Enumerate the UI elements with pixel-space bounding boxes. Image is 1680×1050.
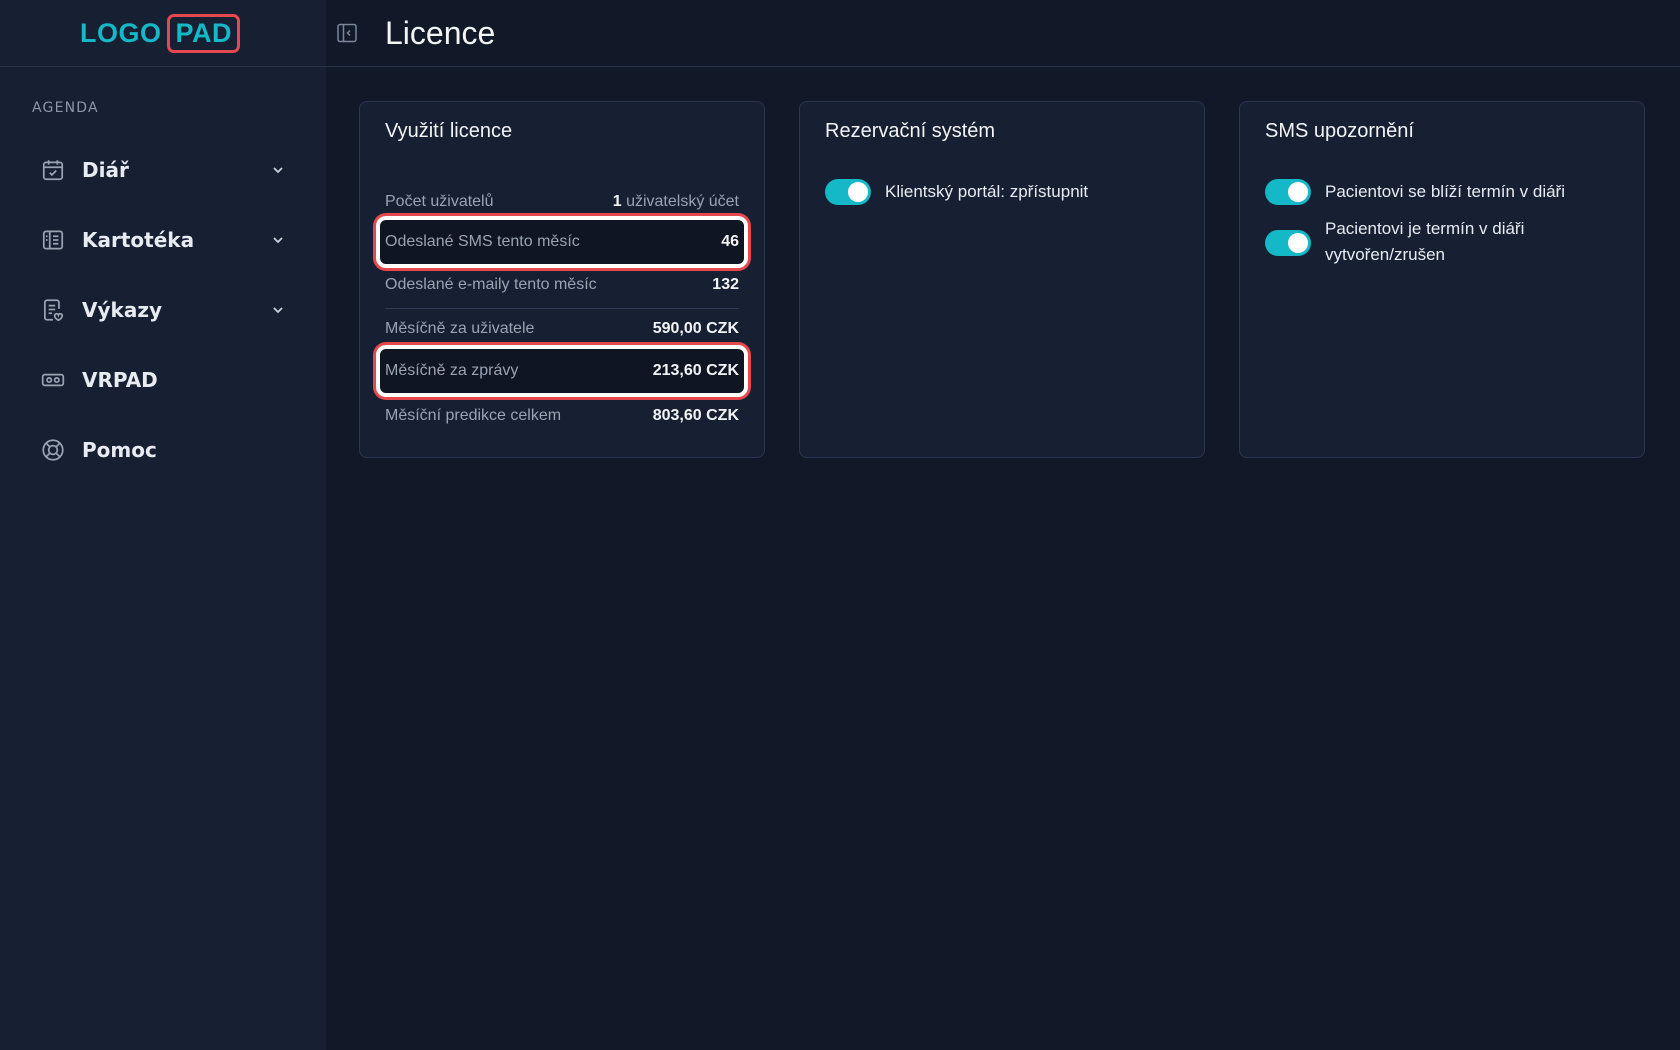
logo-text-pad: PAD [167, 13, 240, 53]
toggle-knob [1288, 182, 1308, 202]
logo[interactable]: LOGO PAD [79, 13, 240, 53]
page-header: Licence [326, 0, 1680, 67]
sidebar-item-label: VRPAD [82, 368, 158, 392]
card-index-icon [40, 227, 66, 253]
toggle-label: Pacientovi je termín v diáři vytvořen/zr… [1325, 216, 1524, 268]
sidebar: LOGO PAD AGENDA Diář Kartotéka Výkazy VR… [0, 0, 326, 1050]
row-label: Počet uživatelů [385, 193, 494, 210]
sidebar-item-vykazy[interactable]: Výkazy [0, 275, 326, 345]
sidebar-nav: Diář Kartotéka Výkazy VRPAD Pomoc [0, 135, 326, 485]
row-label: Odeslané e-maily tento měsíc [385, 276, 597, 293]
row-label: Měsíčně za uživatele [385, 320, 535, 337]
upcoming-appointment-toggle[interactable] [1265, 179, 1311, 205]
row-value-unit: uživatelský účet [626, 193, 739, 210]
toggle-row-upcoming: Pacientovi se blíží termín v diáři [1265, 179, 1624, 205]
toggle-knob [1288, 233, 1308, 253]
license-row-per-messages: Měsíčně za zprávy 213,60 CZK [385, 354, 739, 388]
sidebar-item-label: Kartotéka [82, 228, 195, 252]
license-row-emails: Odeslané e-maily tento měsíc 132 [385, 268, 739, 302]
chevron-down-icon[interactable] [270, 302, 286, 318]
page-title: Licence [385, 14, 496, 51]
created-cancelled-toggle[interactable] [1265, 230, 1311, 256]
sidebar-item-pomoc[interactable]: Pomoc [0, 415, 326, 485]
chevron-down-icon[interactable] [270, 162, 286, 178]
license-usage-card: Využití licence Počet uživatelů 1 uživat… [359, 101, 765, 458]
sms-notifications-card: SMS upozornění Pacientovi se blíží termí… [1239, 101, 1645, 458]
row-label: Měsíčně za zprávy [385, 362, 519, 379]
toggle-label: Klientský portál: zpřístupnit [885, 182, 1089, 201]
row-label: Odeslané SMS tento měsíc [385, 233, 580, 250]
calendar-check-icon [40, 157, 66, 183]
row-value: 213,60 CZK [652, 362, 739, 379]
toggle-label: Pacientovi se blíží termín v diáři [1325, 182, 1565, 201]
row-value: 1 uživatelský účet [613, 193, 739, 211]
row-value: 46 [721, 233, 739, 250]
chevron-down-icon[interactable] [270, 232, 286, 248]
client-portal-toggle[interactable] [825, 179, 871, 205]
license-row-total: Měsíční predikce celkem 803,60 CZK [385, 399, 739, 433]
report-icon [40, 297, 66, 323]
vr-headset-icon [40, 367, 66, 393]
card-title: SMS upozornění [1265, 120, 1414, 142]
toggle-label-line2: vytvořen/zrušen [1325, 245, 1445, 264]
divider [385, 308, 739, 309]
sidebar-section-label: AGENDA [32, 100, 99, 116]
sidebar-item-diar[interactable]: Diář [0, 135, 326, 205]
toggle-row-client-portal: Klientský portál: zpřístupnit [825, 179, 1184, 205]
sidebar-collapse-icon[interactable] [335, 21, 359, 45]
logo-text-logo: LOGO [79, 17, 162, 48]
booking-system-card: Rezervační systém Klientský portál: zpří… [799, 101, 1205, 458]
toggle-row-created-cancelled: Pacientovi je termín v diáři vytvořen/zr… [1265, 216, 1624, 268]
license-row-users: Počet uživatelů 1 uživatelský účet [385, 185, 739, 219]
sidebar-item-vrpad[interactable]: VRPAD [0, 345, 326, 415]
sidebar-item-kartoteka[interactable]: Kartotéka [0, 205, 326, 275]
row-value: 590,00 CZK [652, 320, 739, 337]
card-title: Využití licence [385, 120, 513, 142]
row-value: 803,60 CZK [652, 407, 739, 424]
lifebuoy-icon [40, 437, 66, 463]
sidebar-item-label: Diář [82, 158, 129, 182]
license-row-per-user: Měsíčně za uživatele 590,00 CZK [385, 312, 739, 346]
row-value-number: 1 [612, 193, 622, 210]
toggle-label-line1: Pacientovi je termín v diáři [1325, 219, 1525, 238]
row-value: 132 [712, 276, 739, 293]
sidebar-item-label: Výkazy [82, 298, 162, 322]
row-label: Měsíční predikce celkem [385, 407, 562, 424]
card-title: Rezervační systém [825, 120, 996, 142]
toggle-knob [848, 182, 868, 202]
license-row-sms: Odeslané SMS tento měsíc 46 [385, 225, 739, 259]
logo-bar: LOGO PAD [0, 0, 326, 67]
sidebar-item-label: Pomoc [82, 438, 157, 462]
